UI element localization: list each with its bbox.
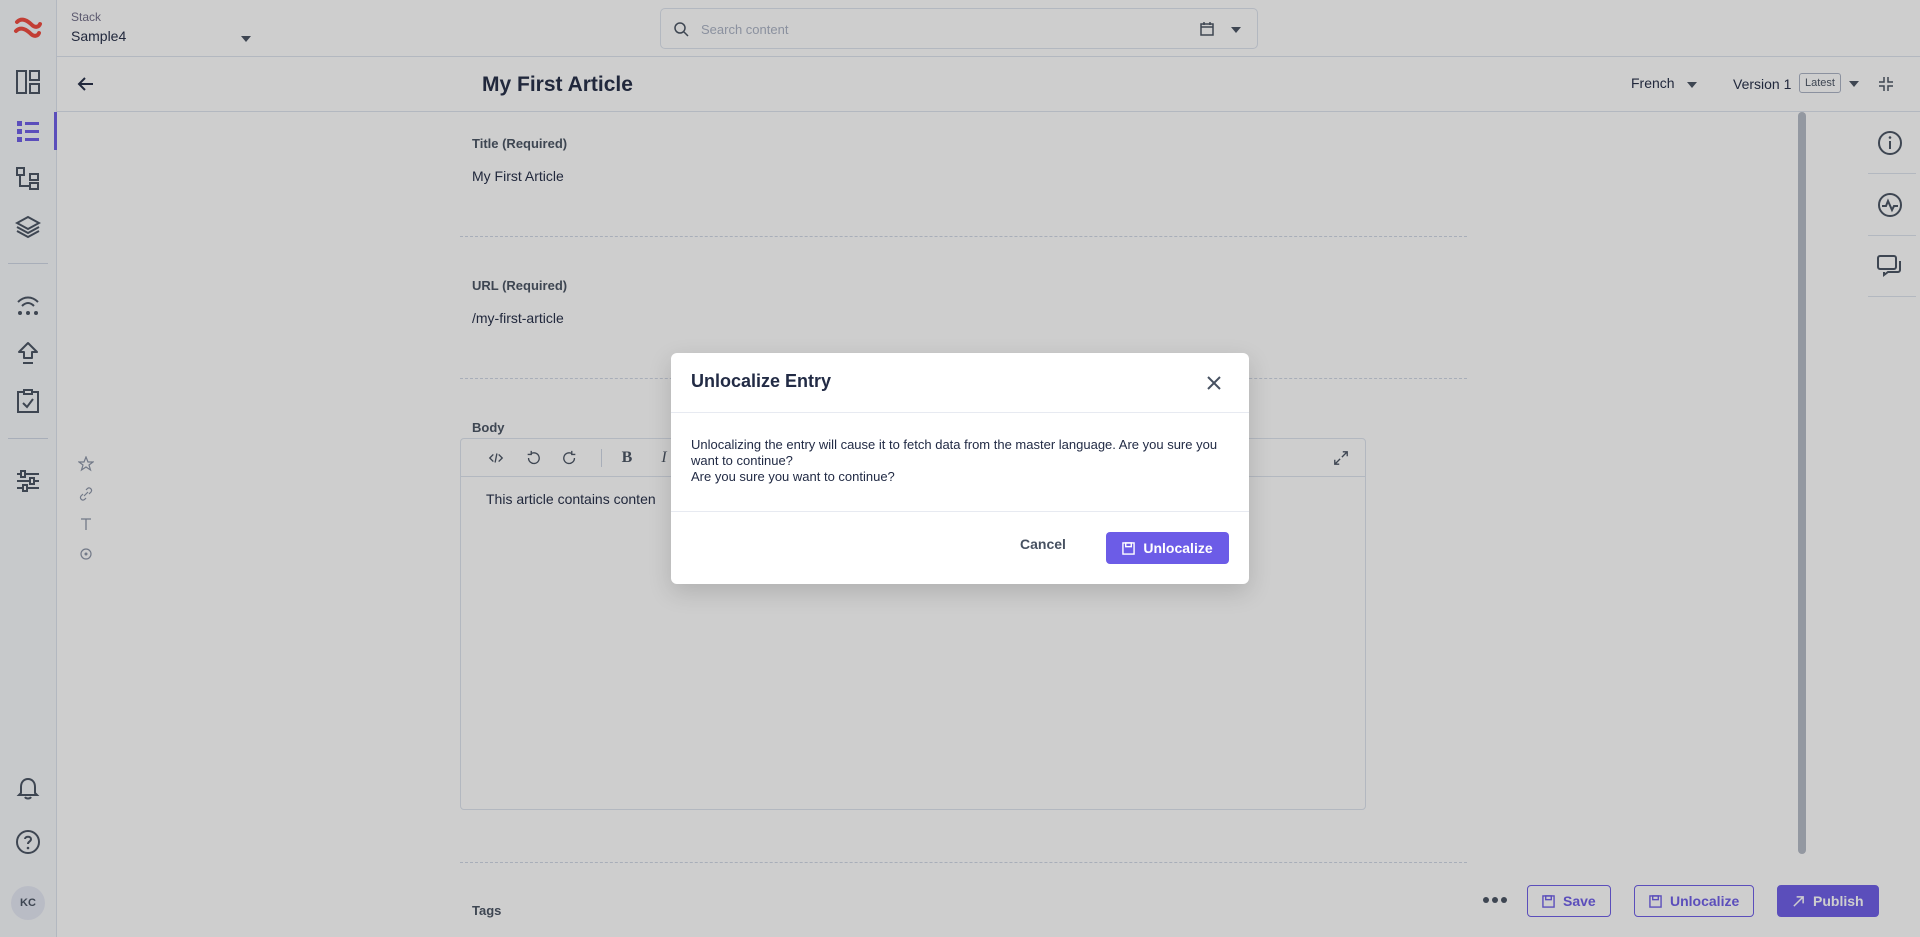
- dialog-title: Unlocalize Entry: [691, 371, 832, 391]
- close-icon[interactable]: [1204, 373, 1224, 393]
- dialog-message: Unlocalizing the entry will cause it to …: [691, 437, 1231, 485]
- dialog-message-text: Unlocalizing the entry will cause it to …: [691, 437, 1218, 468]
- unlocalize-entry-dialog: Unlocalize Entry Unlocalizing the entry …: [671, 353, 1249, 584]
- confirm-button-label: Unlocalize: [1143, 540, 1213, 556]
- dialog-footer: Cancel Unlocalize: [671, 511, 1249, 584]
- confirm-unlocalize-button[interactable]: Unlocalize: [1106, 532, 1229, 564]
- cancel-button[interactable]: Cancel: [1020, 536, 1066, 552]
- save-icon: [1122, 541, 1136, 555]
- dialog-message-text-2: Are you sure you want to continue?: [691, 469, 895, 484]
- dialog-header: Unlocalize Entry: [671, 353, 1249, 413]
